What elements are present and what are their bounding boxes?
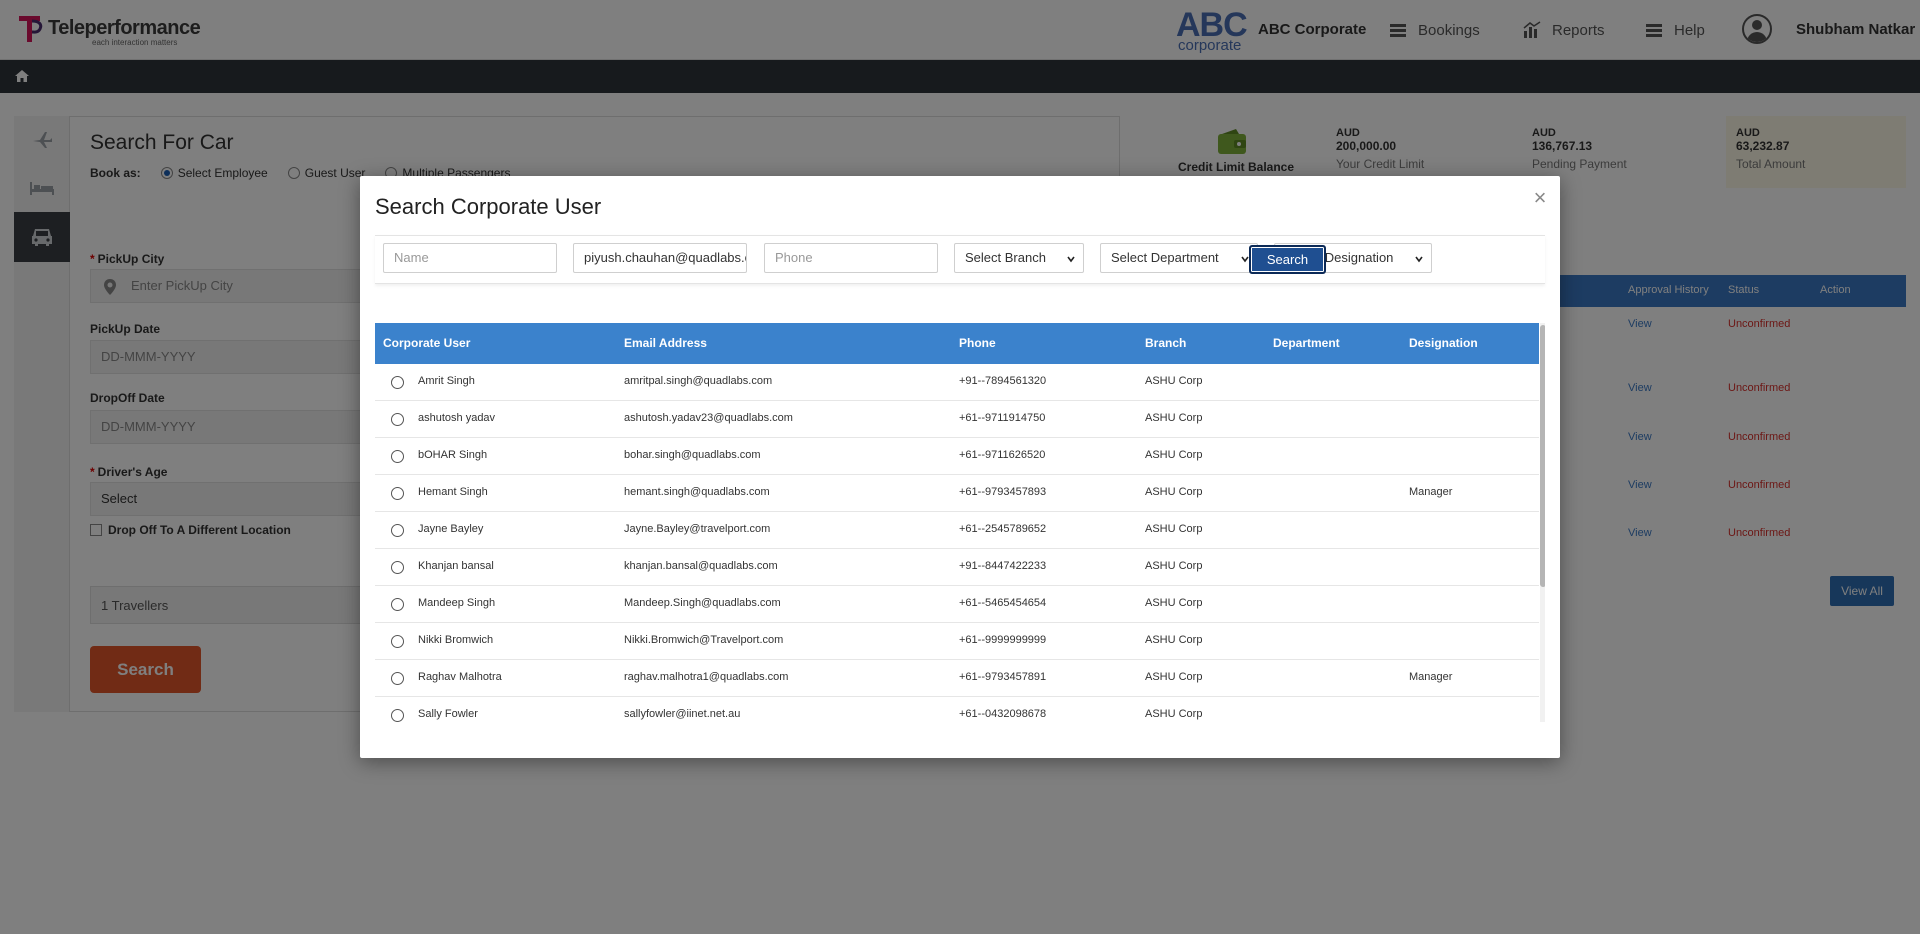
cell-email: khanjan.bansal@quadlabs.com (624, 560, 778, 572)
col-branch: Branch (1145, 336, 1187, 350)
cell-phone: +61--9711914750 (959, 412, 1046, 424)
cell-name: Amrit Singh (418, 375, 475, 387)
col-phone: Phone (959, 336, 996, 350)
close-icon[interactable]: × (1530, 187, 1550, 209)
cell-email: bohar.singh@quadlabs.com (624, 449, 761, 461)
cell-name: Jayne Bayley (418, 523, 484, 535)
cell-name: Mandeep Singh (418, 597, 496, 609)
select-user-radio[interactable] (391, 524, 404, 537)
cell-phone: +61--9793457893 (959, 486, 1047, 498)
cell-email: Jayne.Bayley@travelport.com (624, 523, 771, 535)
cell-phone: +61--9999999999 (959, 634, 1047, 646)
table-row[interactable]: Khanjan bansal khanjan.bansal@quadlabs.co… (375, 549, 1539, 586)
cell-phone: +61--9793457891 (959, 671, 1047, 683)
select-user-radio[interactable] (391, 487, 404, 500)
phone-input[interactable]: Phone (764, 243, 938, 273)
select-user-radio[interactable] (391, 450, 404, 463)
col-department: Department (1273, 336, 1340, 350)
cell-name: ashutosh yadav (418, 412, 496, 424)
select-user-radio[interactable] (391, 635, 404, 648)
email-input[interactable]: piyush.chauhan@quadlabs.c (573, 243, 747, 273)
chevron-down-icon (1067, 256, 1075, 263)
col-corporate-user: Corporate User (383, 336, 471, 350)
cell-phone: +91--8447422233 (959, 560, 1047, 572)
cell-email: Nikki.Bromwich@Travelport.com (624, 634, 784, 646)
cell-name: Nikki Bromwich (418, 634, 494, 646)
cell-email: hemant.singh@quadlabs.com (624, 486, 770, 498)
table-row[interactable]: Amrit Singh amritpal.singh@quadlabs.com +9… (375, 364, 1539, 401)
cell-branch: ASHU Corp (1145, 375, 1203, 387)
cell-branch: ASHU Corp (1145, 412, 1203, 424)
col-email: Email Address (624, 336, 707, 350)
cell-phone: +61--5465454654 (959, 597, 1047, 609)
cell-branch: ASHU Corp (1145, 634, 1203, 646)
table-row[interactable]: Sally Fowler sallyfowler@iinet.net.au +61-… (375, 697, 1539, 722)
cell-phone: +61--9711626520 (959, 449, 1046, 461)
cell-name: Sally Fowler (418, 708, 478, 720)
table-row[interactable]: ashutosh yadav ashutosh.yadav23@quadlabs.… (375, 401, 1539, 438)
cell-email: Mandeep.Singh@quadlabs.com (624, 597, 781, 609)
cell-name: Raghav Malhotra (418, 671, 502, 683)
cell-designation: Manager (1409, 671, 1453, 683)
cell-branch: ASHU Corp (1145, 560, 1203, 572)
cell-designation: Manager (1409, 486, 1453, 498)
search-corporate-user-modal: Search Corporate User × Name piyush.chau… (360, 176, 1560, 758)
modal-title: Search Corporate User (375, 194, 602, 219)
select-user-radio[interactable] (391, 413, 404, 426)
users-table-header: Corporate User Email Address Phone Branc… (375, 323, 1539, 364)
scrollbar-thumb[interactable] (1540, 325, 1545, 587)
users-table: Corporate User Email Address Phone Branc… (375, 323, 1545, 722)
select-user-radio[interactable] (391, 709, 404, 722)
table-row[interactable]: Jayne Bayley Jayne.Bayley@travelport.com +… (375, 512, 1539, 549)
select-user-radio[interactable] (391, 598, 404, 611)
table-row[interactable]: Mandeep Singh Mandeep.Singh@quadlabs.com +… (375, 586, 1539, 623)
cell-branch: ASHU Corp (1145, 708, 1203, 720)
table-row[interactable]: Raghav Malhotra raghav.malhotra1@quadlabs… (375, 660, 1539, 697)
table-row[interactable]: Hemant Singh hemant.singh@quadlabs.com +61… (375, 475, 1539, 512)
cell-name: bOHAR Singh (418, 449, 488, 461)
cell-email: raghav.malhotra1@quadlabs.com (624, 671, 789, 683)
cell-email: amritpal.singh@quadlabs.com (624, 375, 773, 387)
cell-branch: ASHU Corp (1145, 671, 1203, 683)
select-user-radio[interactable] (391, 672, 404, 685)
select-user-radio[interactable] (391, 561, 404, 574)
cell-phone: +61--0432098678 (959, 708, 1047, 720)
department-select[interactable]: Select Department (1100, 243, 1258, 273)
cell-phone: +61--2545789652 (959, 523, 1047, 535)
cell-email: sallyfowler@iinet.net.au (624, 708, 741, 720)
cell-name: Hemant Singh (418, 486, 488, 498)
cell-email: ashutosh.yadav23@quadlabs.com (624, 412, 793, 424)
col-designation: Designation (1409, 336, 1478, 350)
cell-branch: ASHU Corp (1145, 523, 1203, 535)
chevron-down-icon (1241, 256, 1249, 263)
branch-select[interactable]: Select Branch (954, 243, 1084, 273)
cell-branch: ASHU Corp (1145, 449, 1203, 461)
chevron-down-icon (1415, 256, 1423, 263)
table-row[interactable]: bOHAR Singh bohar.singh@quadlabs.com +61--… (375, 438, 1539, 475)
search-button[interactable]: Search (1249, 245, 1326, 274)
cell-name: Khanjan bansal (418, 560, 494, 572)
table-row[interactable]: Nikki Bromwich Nikki.Bromwich@Travelport.… (375, 623, 1539, 660)
select-user-radio[interactable] (391, 376, 404, 389)
cell-branch: ASHU Corp (1145, 597, 1203, 609)
cell-phone: +91--7894561320 (959, 375, 1047, 387)
name-input[interactable]: Name (383, 243, 557, 273)
cell-branch: ASHU Corp (1145, 486, 1203, 498)
